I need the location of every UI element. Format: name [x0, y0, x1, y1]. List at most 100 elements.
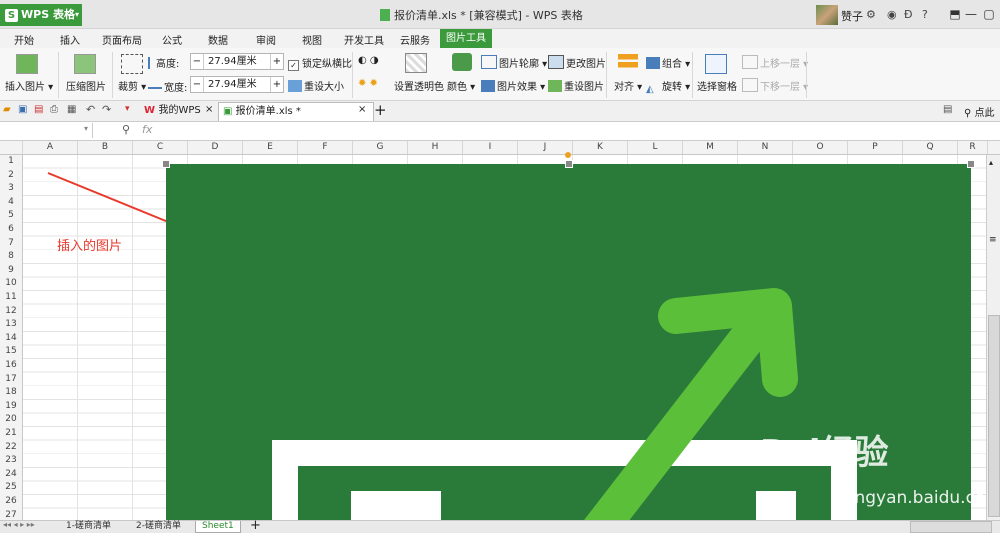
help-icon[interactable]: ? [922, 8, 928, 21]
app-menu-button[interactable]: S WPS 表格 ▾ [0, 4, 82, 26]
compress-picture-button[interactable]: 压缩图片 [66, 78, 106, 93]
row-header-21[interactable]: 21 [0, 427, 22, 440]
row-header-6[interactable]: 6 [0, 223, 22, 236]
column-header-l[interactable]: L [628, 141, 683, 154]
tab-view[interactable]: 视图 [302, 32, 322, 47]
column-header-i[interactable]: I [463, 141, 518, 154]
picture-effect-button[interactable]: 图片效果 ▾ [481, 78, 545, 93]
column-header-a[interactable]: A [23, 141, 78, 154]
picture-outline-button[interactable]: 图片轮廓 ▾ [481, 55, 547, 70]
tab-cloud[interactable]: 云服务 [400, 32, 430, 47]
tab-picture-tools[interactable]: 图片工具 [440, 29, 492, 48]
row-header-13[interactable]: 13 [0, 318, 22, 331]
column-header-h[interactable]: H [408, 141, 463, 154]
close-tab-icon[interactable]: × [205, 104, 213, 115]
rotate-button[interactable]: ◭ 旋转 ▾ [646, 78, 690, 96]
insert-picture-button[interactable]: 插入图片 ▾ [5, 78, 53, 93]
row-header-20[interactable]: 20 [0, 413, 22, 426]
sheet-tab-2[interactable]: 2-磋商清单 [130, 521, 187, 532]
width-stepper[interactable]: −27.94厘米 + [190, 76, 284, 93]
tab-page-layout[interactable]: 页面布局 [102, 32, 142, 47]
width-decrease-button[interactable]: − [191, 77, 204, 92]
sheet-tab-sheet1[interactable]: Sheet1 [195, 521, 241, 533]
column-header-g[interactable]: G [353, 141, 408, 154]
row-header-14[interactable]: 14 [0, 332, 22, 345]
row-header-18[interactable]: 18 [0, 386, 22, 399]
doc-tab-quote-list[interactable]: ▣ 报价清单.xls * [218, 102, 374, 121]
row-header-7[interactable]: 7 [0, 237, 22, 250]
width-increase-button[interactable]: + [270, 77, 283, 92]
column-header-b[interactable]: B [78, 141, 133, 154]
sheet-tab-1[interactable]: 1-磋商清单 [60, 521, 117, 532]
tab-insert[interactable]: 插入 [60, 32, 80, 47]
crop-button[interactable]: 裁剪 ▾ [118, 78, 146, 93]
resize-handle-top-left[interactable] [162, 160, 170, 168]
row-header-4[interactable]: 4 [0, 196, 22, 209]
horizontal-scrollbar[interactable] [910, 521, 992, 533]
row-header-8[interactable]: 8 [0, 250, 22, 263]
tab-data[interactable]: 数据 [208, 32, 228, 47]
row-header-23[interactable]: 23 [0, 454, 22, 467]
print-icon[interactable]: ⎙ [50, 104, 58, 115]
resize-handle-top[interactable] [565, 160, 573, 168]
rotate-handle[interactable] [565, 152, 571, 158]
row-header-12[interactable]: 12 [0, 305, 22, 318]
change-picture-button[interactable]: 更改图片 [548, 55, 606, 70]
skin-icon[interactable]: ⚙ [866, 8, 876, 21]
pdf-icon[interactable]: ▤ [34, 104, 43, 115]
column-header-r[interactable]: R [958, 141, 988, 154]
row-header-1[interactable]: 1 [0, 155, 22, 168]
brightness-icons[interactable]: ✹ ✹ [358, 78, 378, 89]
redo-icon[interactable]: ↷ [102, 103, 111, 116]
row-header-5[interactable]: 5 [0, 209, 22, 222]
row-header-17[interactable]: 17 [0, 373, 22, 386]
row-header-26[interactable]: 26 [0, 495, 22, 508]
row-header-19[interactable]: 19 [0, 400, 22, 413]
column-header-c[interactable]: C [133, 141, 188, 154]
selection-pane-button[interactable]: 选择窗格 [697, 78, 737, 93]
split-handle-icon[interactable]: ≡ [989, 235, 997, 245]
column-header-o[interactable]: O [793, 141, 848, 154]
column-header-n[interactable]: N [738, 141, 793, 154]
save-icon[interactable]: ▣ [18, 104, 27, 115]
column-header-m[interactable]: M [683, 141, 738, 154]
height-stepper[interactable]: −27.94厘米 + [190, 53, 284, 70]
group-button[interactable]: 组合 ▾ [646, 55, 690, 70]
tab-list-icon[interactable]: ▤ [943, 104, 952, 115]
cloud-icon[interactable]: ◉ [887, 8, 897, 21]
scroll-thumb[interactable] [988, 315, 1000, 517]
row-header-10[interactable]: 10 [0, 277, 22, 290]
select-all-corner[interactable] [0, 141, 23, 154]
reset-picture-button[interactable]: 重设图片 [548, 78, 604, 93]
height-decrease-button[interactable]: − [191, 54, 204, 69]
add-sheet-button[interactable]: + [250, 518, 261, 533]
tab-formula[interactable]: 公式 [162, 32, 182, 47]
row-header-22[interactable]: 22 [0, 441, 22, 454]
align-button[interactable]: 对齐 ▾ [614, 78, 642, 93]
scroll-up-icon[interactable]: ▴ [989, 158, 993, 167]
sheet-nav-icons[interactable]: ◂◂ ◂ ▸ ▸▸ [3, 520, 35, 529]
row-header-15[interactable]: 15 [0, 345, 22, 358]
maximize-icon[interactable]: ▢ [978, 5, 1000, 23]
column-header-e[interactable]: E [243, 141, 298, 154]
resize-handle-top-right[interactable] [967, 160, 975, 168]
feedback-icon[interactable]: Ð [904, 8, 913, 21]
tab-home[interactable]: 开始 [14, 32, 34, 47]
row-header-3[interactable]: 3 [0, 182, 22, 195]
row-header-16[interactable]: 16 [0, 359, 22, 372]
tab-developer[interactable]: 开发工具 [344, 32, 384, 47]
column-header-p[interactable]: P [848, 141, 903, 154]
bring-forward-button[interactable]: 上移一层 ▾ [742, 55, 808, 70]
brightness-contrast-icons[interactable]: ◐ ◑ [358, 55, 379, 66]
open-icon[interactable]: ▰ [3, 104, 11, 115]
formula-input[interactable] [160, 123, 980, 138]
column-header-q[interactable]: Q [903, 141, 958, 154]
customize-icon[interactable]: ▾ [125, 104, 130, 114]
undo-icon[interactable]: ↶ [86, 103, 95, 116]
avatar[interactable] [816, 5, 838, 25]
reset-size-button[interactable]: 重设大小 [288, 78, 344, 93]
column-header-k[interactable]: K [573, 141, 628, 154]
row-header-25[interactable]: 25 [0, 481, 22, 494]
row-header-11[interactable]: 11 [0, 291, 22, 304]
height-increase-button[interactable]: + [270, 54, 283, 69]
